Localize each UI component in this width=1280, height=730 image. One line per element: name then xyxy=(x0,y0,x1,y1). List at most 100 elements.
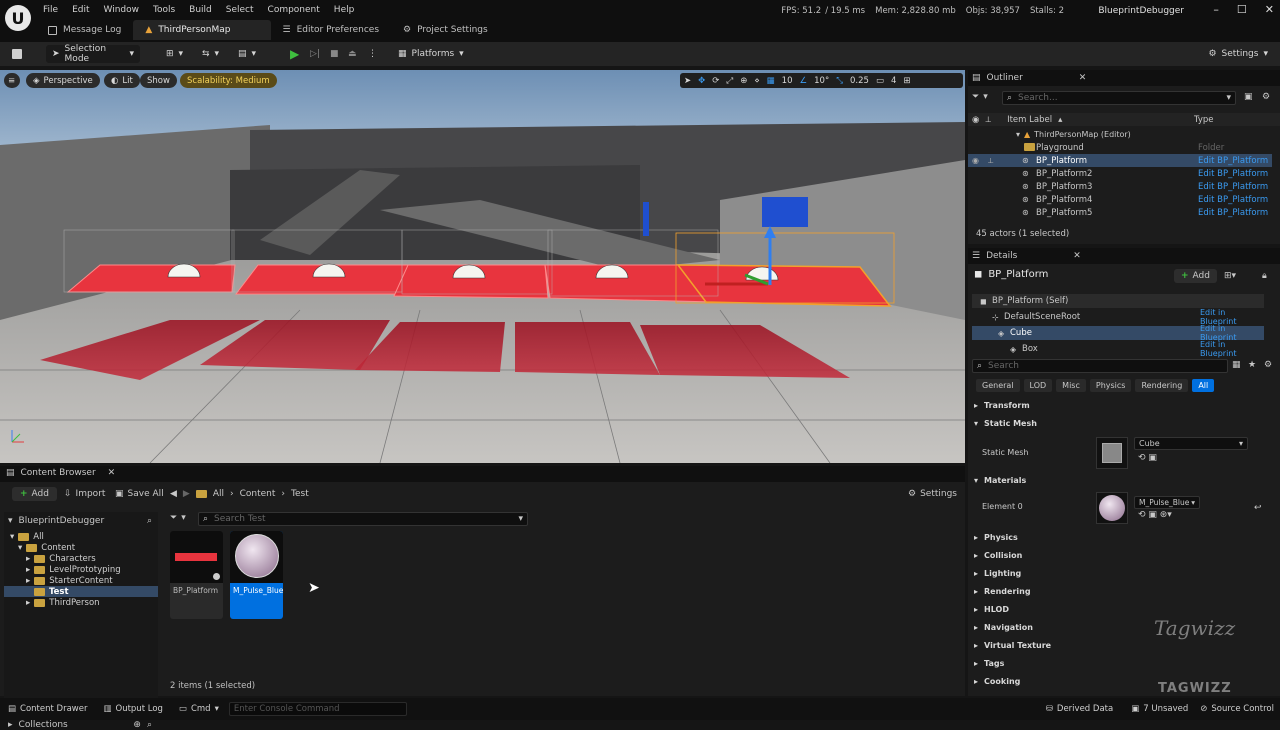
section-rendering[interactable]: ▸ Rendering xyxy=(968,583,1268,600)
blueprint-button[interactable]: ⇆ ▾ xyxy=(196,45,225,63)
cinematics-button[interactable]: ▤ ▾ xyxy=(232,45,262,63)
details-tab[interactable]: ☰ Details ✕ xyxy=(968,248,1280,264)
menu-help[interactable]: Help xyxy=(327,3,362,17)
close-icon[interactable]: ✕ xyxy=(1079,73,1087,83)
add-actor-button[interactable]: ⊞ ▾ xyxy=(160,45,189,63)
output-log-button[interactable]: ▥ Output Log xyxy=(103,704,162,714)
maximize-icon[interactable]: ☐ xyxy=(1237,3,1247,16)
tab-message-log[interactable]: Message Log xyxy=(36,20,133,40)
rotate-icon[interactable]: ⟳ xyxy=(712,76,719,86)
rotation-snap-value[interactable]: 10° xyxy=(814,76,829,86)
translate-icon[interactable]: ✥ xyxy=(698,76,705,86)
step-button[interactable]: ▷| xyxy=(304,45,326,63)
tree-item-test[interactable]: Test xyxy=(4,586,158,597)
scalability-badge[interactable]: Scalability: Medium xyxy=(180,73,277,88)
world-icon[interactable]: ⊕ xyxy=(740,76,747,86)
camera-speed-value[interactable]: 4 xyxy=(891,76,896,86)
menu-window[interactable]: Window xyxy=(97,3,147,17)
outliner-tab[interactable]: ▤ Outliner ✕ xyxy=(968,70,1280,86)
menu-edit[interactable]: Edit xyxy=(65,3,96,17)
outliner-row-type[interactable]: Edit BP_Platform xyxy=(1198,182,1268,192)
menu-select[interactable]: Select xyxy=(219,3,261,17)
rotation-snap-icon[interactable]: ∠ xyxy=(800,76,808,86)
tab-project-settings[interactable]: ⚙ Project Settings xyxy=(391,20,500,40)
camera-speed-icon[interactable]: ▭ xyxy=(876,76,884,86)
breadcrumb-content[interactable]: Content xyxy=(240,489,276,499)
filter-button[interactable]: ⏷ ▾ xyxy=(170,513,186,523)
component-row[interactable]: ◈ Cube Edit in Blueprint xyxy=(972,324,1264,342)
unreal-logo-icon[interactable]: U xyxy=(5,5,31,31)
item-label-header[interactable]: Item Label xyxy=(1007,115,1052,125)
pin-icon[interactable]: ⟂ xyxy=(988,156,993,166)
tree-item-content[interactable]: ▾ Content xyxy=(18,543,75,553)
section-physics[interactable]: ▸ Physics xyxy=(968,529,1268,546)
gear-icon[interactable]: ⚙ xyxy=(1262,92,1270,102)
add-collection-icon[interactable]: ⊕ xyxy=(133,720,141,730)
browse-to-asset-icon[interactable]: ⟲ ▣ xyxy=(1138,453,1157,463)
close-icon[interactable]: ✕ xyxy=(108,468,116,478)
outliner-filter-button[interactable]: ⏷ ▾ xyxy=(972,92,988,102)
scale-snap-icon[interactable]: ⤡ xyxy=(836,76,843,86)
asset-m-pulse-blue[interactable]: M_Pulse_Blue xyxy=(230,531,283,619)
search-icon[interactable]: ⌕ xyxy=(147,516,152,526)
filter-rendering[interactable]: Rendering xyxy=(1135,379,1189,392)
type-header[interactable]: Type xyxy=(1194,115,1214,125)
menu-file[interactable]: File xyxy=(36,3,65,17)
details-search-input[interactable]: ⌕ Search xyxy=(972,359,1228,373)
star-icon[interactable]: ★ xyxy=(1248,360,1256,370)
material-picker[interactable]: M_Pulse_Blue ▾ xyxy=(1134,496,1200,509)
console-input[interactable]: Enter Console Command xyxy=(228,702,407,716)
section-materials[interactable]: ▾ Materials xyxy=(968,472,1268,489)
tab-content-browser[interactable]: ▤ Content Browser ✕ xyxy=(6,468,115,478)
tree-item-thirdperson[interactable]: ▸ ThirdPerson xyxy=(26,598,100,608)
tab-editor-preferences[interactable]: ☰ Editor Preferences xyxy=(271,20,392,40)
content-drawer-button[interactable]: ▤ Content Drawer xyxy=(8,704,87,714)
tree-item-levelprototyping[interactable]: ▸ LevelPrototyping xyxy=(26,565,121,575)
section-lighting[interactable]: ▸ Lighting xyxy=(968,565,1268,582)
layout-icon[interactable]: ⊞ xyxy=(903,76,910,86)
outliner-row[interactable]: ⊛ BP_Platform5 Edit BP_Platform xyxy=(968,206,1272,219)
breadcrumb-all[interactable]: All xyxy=(213,489,224,499)
filter-lod[interactable]: LOD xyxy=(1023,379,1053,392)
section-collision[interactable]: ▸ Collision xyxy=(968,547,1268,564)
project-root[interactable]: ▾ BlueprintDebugger ⌕ xyxy=(4,514,158,528)
minimize-icon[interactable]: – xyxy=(1213,3,1219,16)
tree-item-all[interactable]: ▾ All xyxy=(10,532,44,542)
derived-data-button[interactable]: ⛁ Derived Data xyxy=(1046,704,1113,714)
surface-snap-icon[interactable]: ⋄ xyxy=(754,76,759,86)
select-arrow-icon[interactable]: ➤ xyxy=(684,76,691,86)
outliner-row[interactable]: ◉ ⟂ ⊛ BP_Platform Edit BP_Platform xyxy=(968,154,1272,167)
source-control-button[interactable]: ⊘ Source Control xyxy=(1200,704,1274,714)
lock-icon[interactable]: 🔒︎ xyxy=(1262,271,1267,281)
outliner-map-row[interactable]: ▾ ▲ ThirdPersonMap (Editor) xyxy=(1016,130,1131,139)
new-folder-icon[interactable]: ▣ xyxy=(1244,92,1253,102)
visibility-icon[interactable]: ◉ xyxy=(972,156,979,165)
reset-arrow-icon[interactable]: ↩ xyxy=(1254,503,1262,513)
gear-icon[interactable]: ⚙ xyxy=(1264,360,1272,370)
static-mesh-thumbnail[interactable] xyxy=(1096,437,1128,469)
lit-button[interactable]: ◐ Lit xyxy=(104,73,140,88)
collections-header[interactable]: ▸ Collections ⊕ ⌕ xyxy=(4,720,158,730)
edit-in-blueprint-link[interactable]: Edit in Blueprint xyxy=(1200,340,1264,358)
add-component-button[interactable]: + Add xyxy=(1174,269,1217,283)
play-options-button[interactable]: ⋮ xyxy=(362,45,383,63)
section-transform[interactable]: ▸ Transform xyxy=(968,397,1268,414)
scale-icon[interactable]: ⤢ xyxy=(726,76,733,86)
asset-bp-platform[interactable]: BP_Platform xyxy=(170,531,223,619)
filter-physics[interactable]: Physics xyxy=(1089,379,1132,392)
show-button[interactable]: Show xyxy=(140,73,177,88)
tab-third-person-map[interactable]: ▲ ThirdPersonMap xyxy=(133,20,271,40)
unsaved-button[interactable]: ▣ 7 Unsaved xyxy=(1131,704,1188,714)
save-all-button[interactable]: ▣ Save All xyxy=(115,489,164,499)
component-row[interactable]: ⊹ DefaultSceneRoot Edit in Blueprint xyxy=(972,308,1264,326)
asset-search-input[interactable]: ⌕ Search Test ▾ xyxy=(198,512,528,526)
menu-build[interactable]: Build xyxy=(182,3,219,17)
add-button[interactable]: + Add xyxy=(12,487,57,501)
perspective-button[interactable]: ◈ Perspective xyxy=(26,73,100,88)
static-mesh-picker[interactable]: Cube ▾ xyxy=(1134,437,1248,450)
history-forward-icon[interactable]: ▶ xyxy=(183,489,190,499)
outliner-search-input[interactable]: ⌕ Search... ▾ xyxy=(1002,91,1236,105)
import-button[interactable]: ⇩ Import xyxy=(64,489,105,499)
close-icon[interactable]: ✕ xyxy=(1073,251,1081,261)
menu-tools[interactable]: Tools xyxy=(146,3,182,17)
